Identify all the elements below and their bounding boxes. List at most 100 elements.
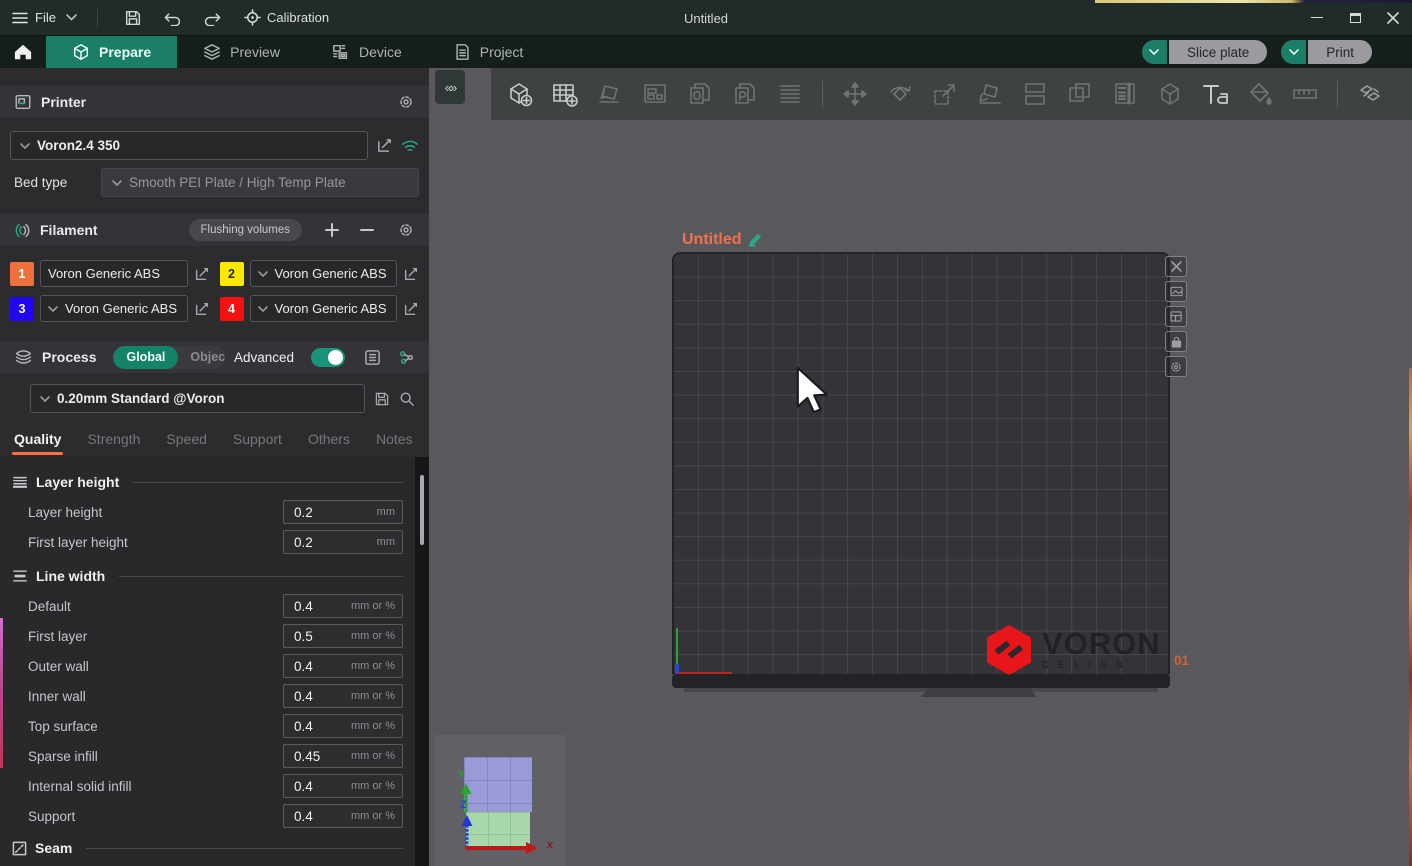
scope-objects-button[interactable]: Objects xyxy=(178,350,225,364)
line-width-support-input[interactable]: 0.4 mm or % xyxy=(283,804,403,828)
filament-2-select[interactable]: Voron Generic ABS xyxy=(250,260,398,287)
layout-icon xyxy=(1170,311,1182,322)
file-menu[interactable]: File xyxy=(12,10,56,25)
viewport-3d[interactable]: «» Untitled VORON DESIGN 01 xyxy=(429,68,1412,866)
filament-1-color-swatch[interactable]: 1 xyxy=(10,262,34,286)
filament-4-select[interactable]: Voron Generic ABS xyxy=(250,295,398,322)
edit-filament-4-icon[interactable] xyxy=(403,301,419,317)
home-button[interactable] xyxy=(0,36,46,68)
undo-button[interactable] xyxy=(158,5,188,31)
line-width-default-input[interactable]: 0.4 mm or % xyxy=(283,594,403,618)
scale-tool-button[interactable] xyxy=(928,77,962,111)
save-preset-icon[interactable] xyxy=(374,391,390,407)
sidebar-scrollbar[interactable] xyxy=(415,457,429,866)
lay-on-face-button[interactable] xyxy=(973,77,1007,111)
bed-type-label: Bed type xyxy=(4,175,67,190)
window-close-button[interactable] xyxy=(1374,0,1412,36)
line-width-first-layer-input[interactable]: 0.5 mm or % xyxy=(283,624,403,648)
edit-filament-3-icon[interactable] xyxy=(194,301,210,317)
slice-options-button[interactable] xyxy=(1142,40,1167,64)
filament-3-color-swatch[interactable]: 3 xyxy=(10,297,34,321)
edit-printer-icon[interactable] xyxy=(376,137,393,154)
lock-plate-button[interactable] xyxy=(1165,331,1187,352)
variable-layer-height-button[interactable] xyxy=(1108,77,1142,111)
line-width-top-surface-input[interactable]: 0.4 mm or % xyxy=(283,714,403,738)
color-painting-button[interactable] xyxy=(1243,77,1277,111)
printer-settings-gear-icon[interactable] xyxy=(397,93,415,111)
filament-1-select[interactable]: Voron Generic ABS xyxy=(40,260,188,287)
edit-plate-name-pencil-icon[interactable] xyxy=(748,233,762,247)
assembly-view-button[interactable] xyxy=(1353,77,1387,111)
printer-select[interactable]: Voron2.4 350 xyxy=(10,131,368,160)
parameter-table-icon[interactable] xyxy=(364,349,381,366)
add-filament-button[interactable] xyxy=(325,223,339,237)
tab-quality[interactable]: Quality xyxy=(14,431,61,455)
add-object-button[interactable] xyxy=(503,77,537,111)
move-tool-button[interactable] xyxy=(838,77,872,111)
edit-filament-2-icon[interactable] xyxy=(403,266,419,282)
arrange-plate-button[interactable] xyxy=(1165,306,1187,327)
window-minimize-button[interactable] xyxy=(1298,0,1336,36)
line-width-outer-wall-input[interactable]: 0.4 mm or % xyxy=(283,654,403,678)
tab-prepare[interactable]: Prepare xyxy=(46,36,177,68)
split-to-parts-button[interactable] xyxy=(1063,77,1097,111)
image-edit-icon xyxy=(1170,286,1183,297)
copy-button[interactable] xyxy=(683,77,717,111)
line-width-inner-wall-input[interactable]: 0.4 mm or % xyxy=(283,684,403,708)
layer-height-input[interactable]: 0.2 mm xyxy=(283,500,403,524)
tab-device[interactable]: Device xyxy=(306,36,428,68)
window-maximize-button[interactable] xyxy=(1336,0,1374,36)
save-button[interactable] xyxy=(118,5,148,31)
redo-button[interactable] xyxy=(198,5,228,31)
calibration-button[interactable]: Calibration xyxy=(244,9,329,26)
delete-plate-button[interactable] xyxy=(1165,256,1187,277)
setting-row: Layer height 0.2 mm xyxy=(12,497,403,527)
file-menu-chevron-icon[interactable] xyxy=(66,14,77,21)
filament-2-color-swatch[interactable]: 2 xyxy=(220,262,244,286)
search-preset-icon[interactable] xyxy=(399,391,415,407)
add-plate-button[interactable] xyxy=(548,77,582,111)
tab-support[interactable]: Support xyxy=(233,431,282,455)
tab-project[interactable]: Project xyxy=(428,36,550,68)
tab-others[interactable]: Others xyxy=(308,431,350,455)
mesh-boolean-button[interactable] xyxy=(1153,77,1187,111)
split-to-objects-button[interactable] xyxy=(1018,77,1052,111)
scope-global-button[interactable]: Global xyxy=(113,346,178,369)
edit-filament-1-icon[interactable] xyxy=(194,266,210,282)
tab-preview[interactable]: Preview xyxy=(177,36,306,68)
filament-icon xyxy=(14,222,31,239)
first-layer-height-input[interactable]: 0.2 mm xyxy=(283,530,403,554)
collapse-sidebar-button[interactable]: «» xyxy=(435,70,465,104)
line-width-internal-solid-infill-input[interactable]: 0.4 mm or % xyxy=(283,774,403,798)
build-plate[interactable] xyxy=(672,252,1170,676)
auto-orient-button[interactable] xyxy=(593,77,627,111)
filament-3-select[interactable]: Voron Generic ABS xyxy=(40,295,188,322)
measure-button[interactable] xyxy=(1288,77,1322,111)
flushing-volumes-button[interactable]: Flushing volumes xyxy=(189,219,302,241)
slice-plate-button[interactable]: Slice plate xyxy=(1169,40,1267,64)
bed-type-select[interactable]: Smooth PEI Plate / High Temp Plate xyxy=(101,168,419,197)
arrange-button[interactable] xyxy=(638,77,672,111)
line-width-sparse-infill-input[interactable]: 0.45 mm or % xyxy=(283,744,403,768)
wifi-connection-icon[interactable] xyxy=(401,139,419,153)
tab-notes[interactable]: Notes xyxy=(376,431,413,455)
tab-speed[interactable]: Speed xyxy=(166,431,206,455)
plate-settings-button[interactable] xyxy=(1165,356,1187,377)
parameter-compare-icon[interactable] xyxy=(398,349,415,366)
process-preset-select[interactable]: 0.20mm Standard @Voron xyxy=(30,384,365,413)
tab-strength[interactable]: Strength xyxy=(87,431,140,455)
minimize-icon xyxy=(1311,17,1323,19)
scrollbar-thumb[interactable] xyxy=(420,475,424,545)
filament-4-color-swatch[interactable]: 4 xyxy=(220,297,244,321)
advanced-toggle[interactable] xyxy=(311,348,345,367)
filament-settings-gear-icon[interactable] xyxy=(397,221,415,239)
object-list-button[interactable] xyxy=(773,77,807,111)
plate-name-label[interactable]: Untitled xyxy=(682,231,762,249)
rename-plate-button[interactable] xyxy=(1165,281,1187,302)
print-button[interactable]: Print xyxy=(1308,40,1372,64)
print-options-button[interactable] xyxy=(1281,40,1306,64)
rotate-tool-button[interactable] xyxy=(883,77,917,111)
text-tool-button[interactable] xyxy=(1198,77,1232,111)
paste-button[interactable] xyxy=(728,77,762,111)
remove-filament-button[interactable] xyxy=(360,223,374,237)
